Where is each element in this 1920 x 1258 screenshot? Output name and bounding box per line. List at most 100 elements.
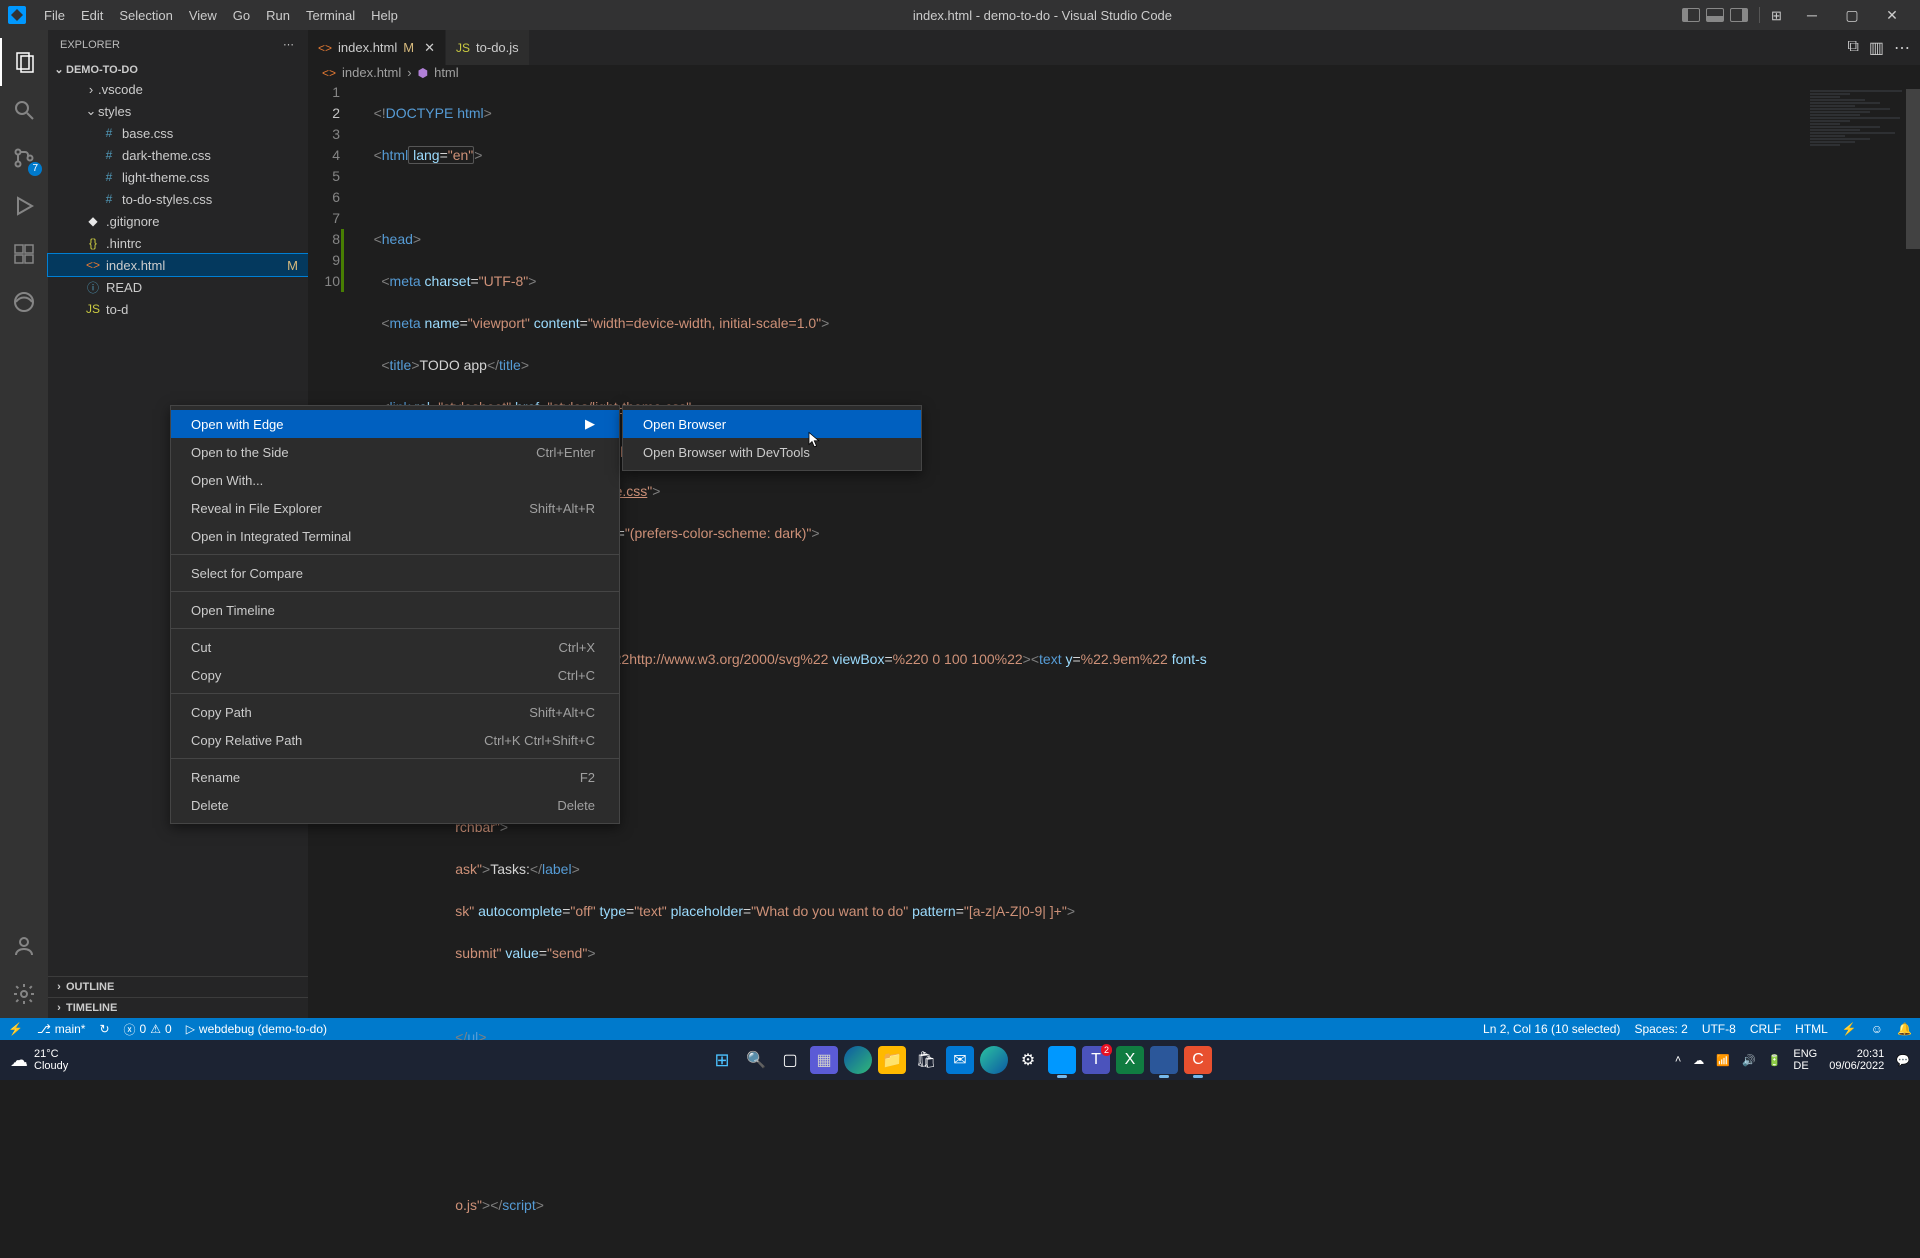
extensions-icon[interactable] [0, 230, 48, 278]
minimap[interactable] [1806, 89, 1906, 1018]
ctx-cut[interactable]: CutCtrl+X [171, 633, 619, 661]
menu-view[interactable]: View [181, 8, 225, 23]
file-index-html[interactable]: <>index.htmlM [48, 254, 308, 276]
menu-selection[interactable]: Selection [111, 8, 180, 23]
file-hintrc[interactable]: {}.hintrc [48, 232, 308, 254]
mouse-cursor-icon [806, 431, 824, 454]
ctx-select-compare[interactable]: Select for Compare [171, 559, 619, 587]
menu-terminal[interactable]: Terminal [298, 8, 363, 23]
edge-submenu: Open Browser Open Browser with DevTools [622, 405, 922, 471]
menu-edit[interactable]: Edit [73, 8, 111, 23]
tab-todo-js[interactable]: JSto-do.js [446, 30, 530, 65]
modified-indicator: M [287, 258, 298, 273]
account-icon[interactable] [0, 922, 48, 970]
taskbar-app-1[interactable]: ▦ [810, 1046, 838, 1074]
timeline-section[interactable]: ›Timeline [48, 997, 308, 1018]
status-debug-target[interactable]: ▷ webdebug (demo-to-do) [186, 1022, 327, 1036]
ctx-open-to-side[interactable]: Open to the SideCtrl+Enter [171, 438, 619, 466]
taskbar-excel-icon[interactable]: X [1116, 1046, 1144, 1074]
ctx-open-timeline[interactable]: Open Timeline [171, 596, 619, 624]
breadcrumb[interactable]: <>index.html›⬢html [308, 65, 1920, 80]
tray-onedrive-icon[interactable]: ☁ [1693, 1054, 1704, 1067]
tray-language[interactable]: ENGDE [1793, 1048, 1817, 1072]
taskbar-teams-icon[interactable]: T2 [1082, 1046, 1110, 1074]
maximize-button[interactable]: ▢ [1832, 7, 1872, 24]
weather-widget[interactable]: 21°CCloudy [34, 1048, 68, 1072]
minimize-button[interactable]: ─ [1792, 7, 1832, 23]
window-controls: ⊞ ─ ▢ ✕ [1679, 7, 1912, 24]
ctx-open-with-edge[interactable]: Open with Edge▶ [171, 410, 619, 438]
search-icon[interactable] [0, 86, 48, 134]
vscode-logo-icon [8, 6, 26, 24]
close-tab-icon[interactable]: ✕ [424, 40, 435, 56]
taskbar-store-icon[interactable]: 🛍 [912, 1046, 940, 1074]
more-editor-actions-icon[interactable]: ⋯ [1894, 38, 1910, 58]
taskbar-app-2[interactable] [1150, 1046, 1178, 1074]
start-button[interactable]: ⊞ [708, 1046, 736, 1074]
ctx-copy-relative-path[interactable]: Copy Relative PathCtrl+K Ctrl+Shift+C [171, 726, 619, 754]
taskbar-explorer-icon[interactable]: 📁 [878, 1046, 906, 1074]
source-control-icon[interactable]: 7 [0, 134, 48, 182]
toggle-panel-icon[interactable] [1706, 8, 1724, 22]
debug-icon[interactable] [0, 182, 48, 230]
folder-styles[interactable]: ⌄styles [48, 100, 308, 122]
status-problems[interactable]: ⓧ 0 ⚠ 0 [124, 1021, 172, 1038]
ctx-rename[interactable]: RenameF2 [171, 763, 619, 791]
tray-chevron-icon[interactable]: ˄ [1675, 1054, 1681, 1066]
scm-badge: 7 [28, 162, 42, 176]
taskbar-camtasia-icon[interactable]: C [1184, 1046, 1212, 1074]
tray-wifi-icon[interactable]: 📶 [1716, 1054, 1730, 1067]
status-branch[interactable]: ⎇ main* [37, 1022, 86, 1036]
ctx-copy[interactable]: CopyCtrl+C [171, 661, 619, 689]
tray-clock[interactable]: 20:3109/06/2022 [1829, 1048, 1884, 1072]
tray-volume-icon[interactable]: 🔊 [1742, 1054, 1756, 1067]
status-sync[interactable]: ↻ [99, 1022, 109, 1036]
ctx-reveal-explorer[interactable]: Reveal in File ExplorerShift+Alt+R [171, 494, 619, 522]
folder-root[interactable]: ⌄DEMO-TO-DO [48, 61, 308, 78]
tray-battery-icon[interactable]: 🔋 [1768, 1054, 1782, 1067]
taskbar-mail-icon[interactable]: ✉ [946, 1046, 974, 1074]
submenu-open-browser[interactable]: Open Browser [623, 410, 921, 438]
taskbar-search-icon[interactable]: 🔍 [742, 1046, 770, 1074]
file-base-css[interactable]: #base.css [48, 122, 308, 144]
submenu-open-browser-devtools[interactable]: Open Browser with DevTools [623, 438, 921, 466]
ctx-copy-path[interactable]: Copy PathShift+Alt+C [171, 698, 619, 726]
ctx-open-terminal[interactable]: Open in Integrated Terminal [171, 522, 619, 550]
folder-vscode[interactable]: ›.vscode [48, 78, 308, 100]
scrollbar-thumb[interactable] [1906, 89, 1920, 249]
task-view-icon[interactable]: ▢ [776, 1046, 804, 1074]
taskbar-settings-icon[interactable]: ⚙ [1014, 1046, 1042, 1074]
settings-gear-icon[interactable] [0, 970, 48, 1018]
edge-tools-icon[interactable] [0, 278, 48, 326]
tray-notifications-icon[interactable]: 💬 [1896, 1054, 1910, 1067]
menu-go[interactable]: Go [225, 8, 258, 23]
menu-help[interactable]: Help [363, 8, 406, 23]
toggle-primary-sidebar-icon[interactable] [1682, 8, 1700, 22]
taskbar-edge-icon[interactable] [844, 1046, 872, 1074]
file-dark-theme-css[interactable]: #dark-theme.css [48, 144, 308, 166]
compare-changes-icon[interactable]: ⧉ [1847, 38, 1858, 58]
customize-layout-icon[interactable]: ⊞ [1771, 8, 1789, 22]
file-todo-styles-css[interactable]: #to-do-styles.css [48, 188, 308, 210]
menu-file[interactable]: File [36, 8, 73, 23]
ctx-open-with[interactable]: Open With... [171, 466, 619, 494]
status-remote[interactable]: ⚡ [8, 1022, 23, 1036]
taskbar-vscode-icon[interactable] [1048, 1046, 1076, 1074]
toggle-secondary-sidebar-icon[interactable] [1730, 8, 1748, 22]
file-light-theme-css[interactable]: #light-theme.css [48, 166, 308, 188]
split-editor-icon[interactable]: ▥ [1869, 38, 1884, 58]
weather-icon[interactable]: ☁ [10, 1050, 28, 1071]
outline-section[interactable]: ›Outline [48, 976, 308, 997]
taskbar-edge-dev-icon[interactable] [980, 1046, 1008, 1074]
more-actions-icon[interactable]: ⋯ [283, 38, 296, 51]
ctx-delete[interactable]: DeleteDelete [171, 791, 619, 819]
explorer-icon[interactable] [0, 38, 48, 86]
window-title: index.html - demo-to-do - Visual Studio … [406, 8, 1679, 23]
file-readme[interactable]: ⓘREAD [48, 276, 308, 298]
file-gitignore[interactable]: ◆.gitignore [48, 210, 308, 232]
file-todo-js[interactable]: JSto-d [48, 298, 308, 320]
tab-index-html[interactable]: <>index.htmlM✕ [308, 30, 446, 65]
menu-run[interactable]: Run [258, 8, 298, 23]
sidebar-header: Explorer ⋯ [48, 30, 308, 59]
close-window-button[interactable]: ✕ [1872, 7, 1912, 24]
